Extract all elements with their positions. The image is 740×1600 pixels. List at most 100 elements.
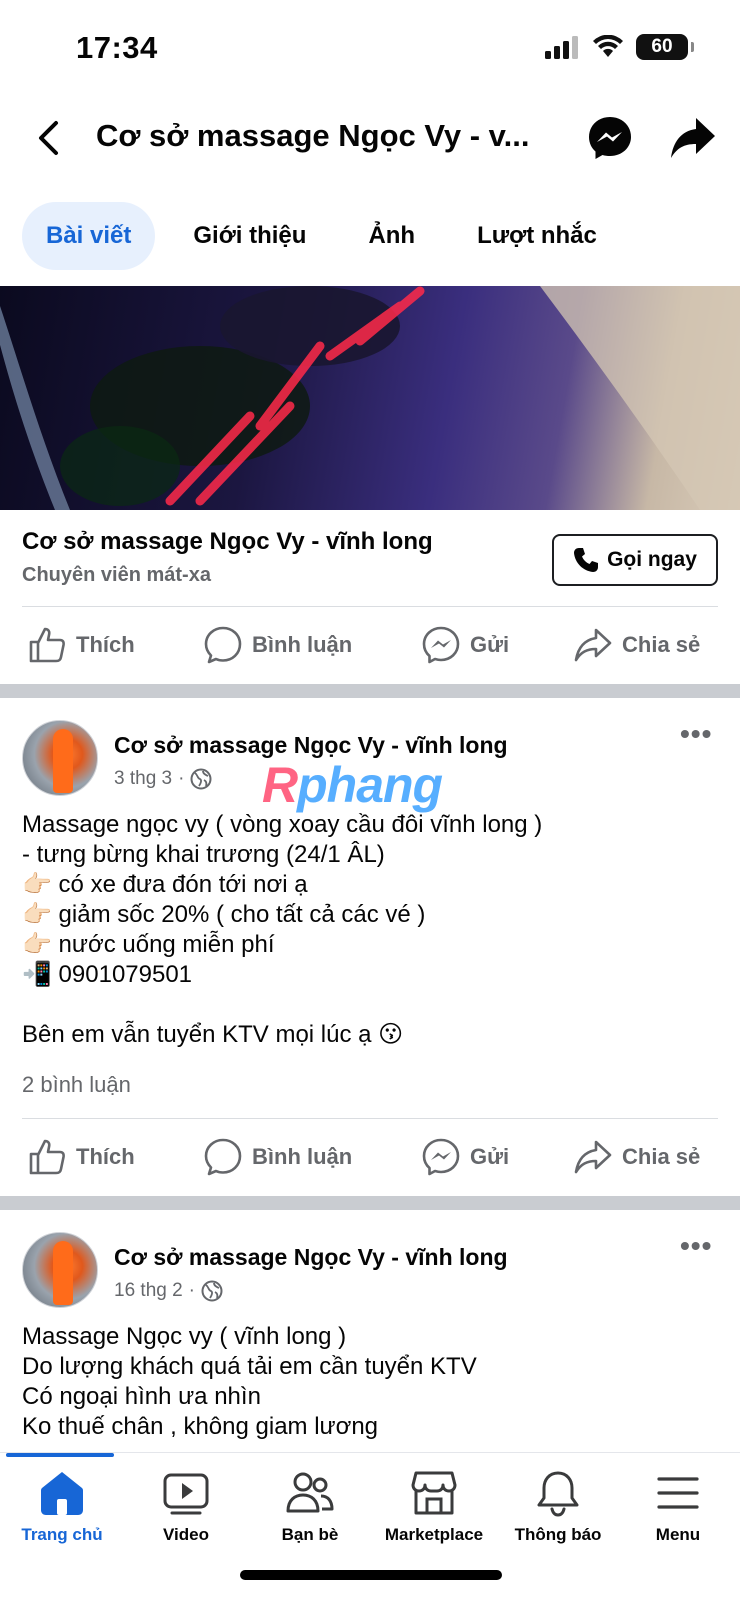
tab-mentions[interactable]: Lượt nhắc	[453, 202, 621, 270]
status-icons: 60	[544, 34, 694, 60]
back-button[interactable]	[28, 116, 68, 160]
post-date[interactable]: 16 thg 2	[114, 1280, 183, 1302]
send-button[interactable]: Gửi	[422, 1122, 509, 1192]
call-now-button[interactable]: Gọi ngay	[552, 534, 718, 586]
post-author[interactable]: Cơ sở massage Ngọc Vy - vĩnh long	[114, 732, 508, 759]
more-options-button[interactable]: •••	[680, 1230, 712, 1262]
watermark-logo: Rphang	[262, 757, 443, 813]
page-tabs: Bài viết Giới thiệu Ảnh Lượt nhắc	[22, 202, 635, 270]
cover-image	[0, 286, 740, 510]
like-label: Thích	[76, 1144, 135, 1169]
friends-icon	[286, 1472, 334, 1513]
divider	[22, 1118, 718, 1119]
messenger-outline-icon	[422, 1138, 460, 1176]
post-line: - tưng bừng khai trương (24/1 ÂL)	[22, 841, 385, 868]
share-label: Chia sẻ	[622, 1144, 701, 1169]
divider	[22, 606, 718, 607]
meta-dot: ·	[178, 768, 185, 789]
share-label: Chia sẻ	[622, 632, 701, 657]
nav-label: Marketplace	[384, 1525, 484, 1544]
share-post-button[interactable]: Chia sẻ	[574, 610, 700, 680]
home-indicator[interactable]	[240, 1570, 502, 1580]
thumbs-up-icon	[29, 1139, 65, 1175]
phone-icon	[574, 548, 599, 572]
battery-indicator: 60	[636, 34, 694, 60]
nav-label: Bạn bè	[281, 1525, 339, 1544]
status-time: 17:34	[76, 30, 158, 65]
share-button[interactable]	[668, 114, 718, 162]
post-meta: 3 thg 3 ·	[114, 768, 212, 790]
messenger-outline-icon	[422, 626, 460, 664]
nav-video[interactable]: Video	[124, 1469, 248, 1559]
like-label: Thích	[76, 632, 135, 657]
post-date[interactable]: 3 thg 3	[114, 768, 172, 790]
send-button[interactable]: Gửi	[422, 610, 509, 680]
video-icon	[163, 1473, 209, 1515]
signal-icon	[545, 36, 578, 59]
page-category: Chuyên viên mát-xa	[22, 564, 211, 586]
more-options-button[interactable]: •••	[680, 718, 712, 750]
share-outline-icon	[574, 1140, 612, 1174]
post-body: Massage ngọc vy ( vòng xoay cầu đôi vĩnh…	[22, 810, 722, 1050]
like-button[interactable]: Thích	[28, 610, 135, 680]
avatar[interactable]	[22, 720, 98, 796]
comment-icon	[204, 1138, 242, 1176]
wifi-icon	[593, 35, 623, 57]
nav-label: Video	[163, 1525, 209, 1544]
comment-label: Bình luận	[252, 1144, 353, 1169]
cover-photo[interactable]	[0, 286, 740, 510]
share-outline-icon	[574, 628, 612, 662]
send-label: Gửi	[470, 1144, 510, 1169]
tab-photos[interactable]: Ảnh	[344, 202, 439, 270]
section-separator	[0, 684, 740, 698]
nav-friends[interactable]: Bạn bè	[248, 1469, 372, 1559]
nav-label: Trang chủ	[21, 1525, 103, 1544]
nav-label: Menu	[655, 1525, 701, 1544]
meta-dot: ·	[188, 1280, 195, 1301]
nav-marketplace[interactable]: Marketplace	[372, 1469, 496, 1559]
post-line: 👉🏻 có xe đưa đón tới nơi ạ	[22, 871, 308, 898]
tab-about[interactable]: Giới thiệu	[169, 202, 330, 270]
post-line-blank	[22, 990, 722, 1020]
post-line: 👉🏻 giảm sốc 20% ( cho tất cả các vé )	[22, 901, 426, 928]
post-action-row: Thích Bình luận Gửi Chia sẻ	[0, 1122, 740, 1192]
nav-menu[interactable]: Menu	[616, 1469, 740, 1559]
post-author[interactable]: Cơ sở massage Ngọc Vy - vĩnh long	[114, 1244, 508, 1271]
messenger-icon	[589, 117, 631, 159]
messenger-button[interactable]	[586, 114, 634, 162]
globe-icon	[201, 1280, 223, 1302]
comment-icon	[204, 626, 242, 664]
comment-label: Bình luận	[252, 632, 353, 657]
nav-home[interactable]: Trang chủ	[0, 1469, 124, 1559]
home-icon	[41, 1472, 83, 1515]
send-label: Gửi	[470, 632, 510, 657]
menu-icon	[657, 1477, 699, 1509]
share-arrow-icon	[671, 118, 715, 158]
tab-posts[interactable]: Bài viết	[22, 202, 156, 270]
nav-label: Thông báo	[514, 1525, 602, 1544]
marketplace-icon	[411, 1471, 457, 1515]
post-line: Có ngoại hình ưa nhìn	[22, 1383, 261, 1410]
post-body: Massage Ngọc vy ( vĩnh long ) Do lượng kh…	[22, 1322, 722, 1442]
status-bar: 17:34 60	[0, 0, 740, 96]
section-separator	[0, 1196, 740, 1210]
post-meta: 16 thg 2 ·	[114, 1280, 223, 1302]
page-action-row: Thích Bình luận Gửi Chia sẻ	[0, 610, 740, 680]
comments-count[interactable]: 2 bình luận	[22, 1072, 131, 1098]
post-line: Bên em vẫn tuyển KTV mọi lúc ạ 😗	[22, 1021, 404, 1048]
share-post-button[interactable]: Chia sẻ	[574, 1122, 700, 1192]
page-header: Cơ sở massage Ngọc Vy - v...	[0, 100, 740, 180]
page-title: Cơ sở massage Ngọc Vy - v...	[96, 118, 530, 153]
nav-notifications[interactable]: Thông báo	[496, 1469, 620, 1559]
thumbs-up-icon	[29, 627, 65, 663]
call-now-label: Gọi ngay	[607, 548, 697, 571]
bell-icon	[537, 1471, 579, 1517]
post-line: Ko thuế chân , không giam lương	[22, 1413, 379, 1440]
comment-button[interactable]: Bình luận	[204, 1122, 352, 1192]
post-line: 📲 0901079501	[22, 961, 193, 988]
globe-icon	[190, 768, 212, 790]
like-button[interactable]: Thích	[28, 1122, 135, 1192]
avatar[interactable]	[22, 1232, 98, 1308]
post-line: Do lượng khách quá tải em cần tuyển KTV	[22, 1353, 477, 1380]
comment-button[interactable]: Bình luận	[204, 610, 352, 680]
